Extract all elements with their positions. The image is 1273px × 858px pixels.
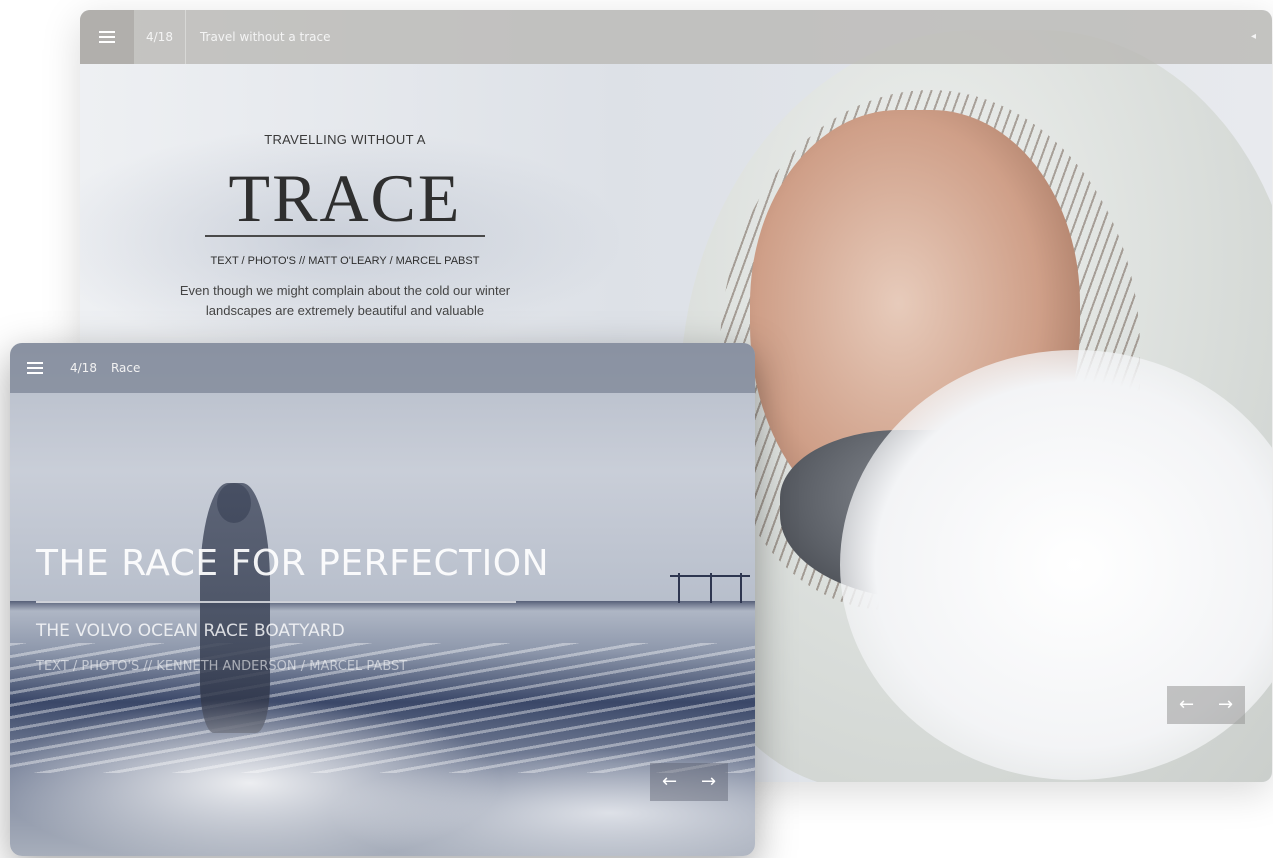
- crane-mast: [678, 573, 680, 603]
- article-byline: TEXT / PHOTO'S // MATT O'LEARY / MARCEL …: [210, 255, 480, 267]
- crane-mast: [740, 573, 742, 603]
- menu-button[interactable]: [80, 10, 134, 64]
- race-headline: THE RACE FOR PERFECTION: [36, 543, 550, 584]
- front-topbar: 4/18 Race: [10, 343, 755, 393]
- slideshow-title: Race: [110, 361, 141, 375]
- slideshow-title: Travel without a trace: [199, 30, 331, 44]
- hamburger-icon: [27, 359, 43, 377]
- wave-spray: [10, 663, 755, 856]
- crane-beam: [670, 575, 750, 577]
- sound-icon[interactable]: ◂: [1251, 10, 1256, 64]
- front-slideshow-window: 4/18 Race THE RACE FOR PERFECTION THE VO…: [10, 343, 755, 856]
- page-counter: 4/18: [70, 361, 97, 375]
- article-headline: TRACE: [228, 160, 462, 236]
- article-body: Even though we might complain about the …: [179, 283, 511, 318]
- hamburger-icon: [99, 28, 115, 46]
- headline-divider: [36, 601, 516, 603]
- front-nav-arrows: ← →: [650, 763, 728, 801]
- race-byline: TEXT / PHOTO'S // KENNETH ANDERSON / MAR…: [36, 659, 408, 674]
- menu-button[interactable]: [10, 343, 60, 393]
- arrow-right-icon[interactable]: →: [1218, 696, 1233, 714]
- back-topbar: 4/18 Travel without a trace ◂: [80, 10, 1272, 64]
- arrow-right-icon[interactable]: →: [701, 773, 716, 791]
- crane-mast: [710, 573, 712, 603]
- page-counter: 4/18: [134, 10, 186, 64]
- arrow-left-icon[interactable]: ←: [662, 773, 677, 791]
- race-subtitle: THE VOLVO OCEAN RACE BOATYARD: [36, 621, 345, 641]
- article-intro: TRAVELLING WITHOUT A TRACE TEXT / PHOTO'…: [170, 132, 520, 321]
- back-nav-arrows: ← →: [1167, 686, 1245, 724]
- arrow-left-icon[interactable]: ←: [1179, 696, 1194, 714]
- article-kicker: TRAVELLING WITHOUT A: [264, 132, 426, 147]
